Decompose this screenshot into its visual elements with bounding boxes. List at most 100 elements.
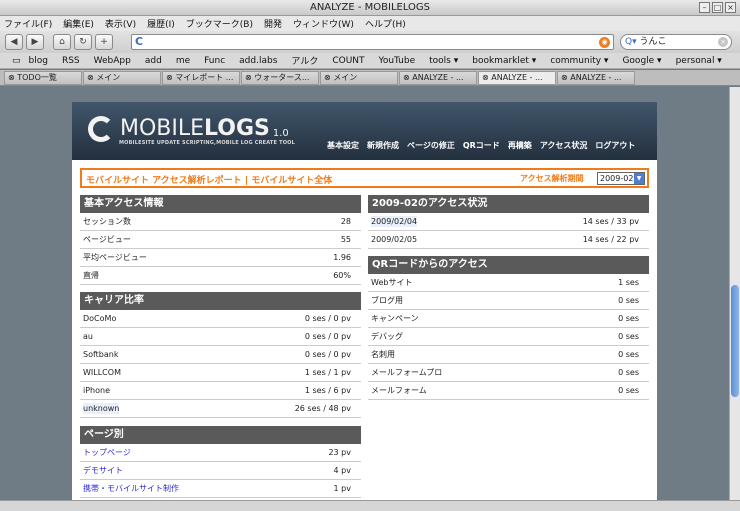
- menu-develop[interactable]: 開発: [264, 17, 282, 30]
- tab-myreport[interactable]: ⊗ マイレポート ...: [162, 70, 240, 85]
- tab-close-icon[interactable]: ⊗: [482, 73, 491, 82]
- bookmarks-book-icon[interactable]: ▭: [12, 56, 21, 66]
- menu-edit[interactable]: 編集(E): [63, 17, 94, 30]
- row-label: iPhone: [83, 386, 111, 395]
- row-value: 1.96: [333, 253, 351, 262]
- table-row: デモサイト 4 pv: [80, 462, 361, 480]
- bookmark-item[interactable]: blog: [29, 56, 48, 66]
- row-value: 0 ses: [618, 368, 639, 377]
- rss-icon[interactable]: ◉: [599, 37, 610, 48]
- bookmark-item[interactable]: WebApp: [94, 56, 131, 66]
- menu-window[interactable]: ウィンドウ(W): [293, 17, 354, 30]
- row-label: 2009/02/05: [371, 235, 418, 244]
- table-row: DoCoMo 0 ses / 0 pv: [80, 310, 361, 328]
- basic-access-panel: 基本アクセス情報 セッション数 28 ページビュー 55 平均ページビュー 1.96 …: [80, 195, 361, 285]
- page-link[interactable]: トップページ: [83, 447, 131, 458]
- nav-basic-settings[interactable]: 基本設定: [327, 140, 359, 151]
- bookmark-folder[interactable]: Google ▾: [622, 56, 661, 66]
- row-value: 55: [340, 235, 351, 244]
- table-row: キャンペーン 0 ses: [368, 310, 649, 328]
- tab-analyze-2[interactable]: ⊗ ANALYZE - ...: [478, 70, 556, 85]
- site-logo[interactable]: MOBILELOGS 1.0: [88, 116, 289, 142]
- bookmark-folder[interactable]: personal ▾: [676, 56, 722, 66]
- menu-history[interactable]: 履歴(I): [147, 17, 175, 30]
- logo-c-icon: [88, 116, 114, 142]
- tab-close-icon[interactable]: ⊗: [245, 73, 254, 82]
- chevron-down-icon: ▼: [634, 173, 644, 184]
- tab-close-icon[interactable]: ⊗: [324, 73, 333, 82]
- forward-icon[interactable]: ▶: [26, 34, 44, 50]
- address-bar[interactable]: C ◉: [131, 34, 614, 50]
- row-value: 0 ses / 0 pv: [304, 332, 351, 341]
- tab-close-icon[interactable]: ⊗: [403, 73, 412, 82]
- row-value: 0 ses: [618, 314, 639, 323]
- tab-analyze-3[interactable]: ⊗ ANALYZE - ...: [557, 70, 635, 85]
- nav-edit-page[interactable]: ページの修正: [407, 140, 455, 151]
- bookmark-item[interactable]: add: [145, 56, 162, 66]
- menu-view[interactable]: 表示(V): [105, 17, 136, 30]
- home-icon[interactable]: ⌂: [53, 34, 71, 50]
- table-row: Webサイト 1 ses: [368, 274, 649, 292]
- scrollbar-thumb[interactable]: [731, 285, 739, 397]
- bookmark-item[interactable]: COUNT: [332, 56, 364, 66]
- row-value: 1 pv: [333, 484, 351, 493]
- tab-close-icon[interactable]: ⊗: [166, 73, 175, 82]
- nav-access-status[interactable]: アクセス状況: [540, 140, 588, 151]
- bookmark-item[interactable]: YouTube: [379, 56, 416, 66]
- period-select[interactable]: 2009-02 ▼: [597, 172, 645, 185]
- clear-search-icon[interactable]: ×: [718, 37, 728, 47]
- table-row: ブログ用 0 ses: [368, 292, 649, 310]
- nav-qr-code[interactable]: QRコード: [463, 140, 500, 151]
- table-row: セッション数 28: [80, 213, 361, 231]
- back-icon[interactable]: ◀: [5, 34, 23, 50]
- page-link[interactable]: デモサイト: [83, 465, 123, 476]
- tab-close-icon[interactable]: ⊗: [87, 73, 96, 82]
- tab-close-icon[interactable]: ⊗: [561, 73, 570, 82]
- bookmark-item[interactable]: RSS: [62, 56, 80, 66]
- bookmark-item[interactable]: me: [176, 56, 190, 66]
- nav-logout[interactable]: ログアウト: [595, 140, 635, 151]
- bookmark-item[interactable]: Func: [204, 56, 225, 66]
- row-value: 1 ses / 6 pv: [304, 386, 351, 395]
- table-row: ページビュー 55: [80, 231, 361, 249]
- bookmark-folder[interactable]: community ▾: [550, 56, 608, 66]
- tab-main[interactable]: ⊗ メイン: [83, 70, 161, 85]
- period-value: 2009-02: [600, 174, 634, 183]
- vertical-scrollbar[interactable]: [729, 87, 740, 500]
- row-value: 23 pv: [328, 448, 351, 457]
- row-value: 28: [340, 217, 351, 226]
- nav-new[interactable]: 新規作成: [367, 140, 399, 151]
- table-row: トップページ 23 pv: [80, 444, 361, 462]
- global-nav: 基本設定 新規作成 ページの修正 QRコード 再構築 アクセス状況 ログアウト: [327, 140, 643, 151]
- window-title: ANALYZE - MOBILELOGS: [309, 2, 431, 13]
- close-icon[interactable]: ×: [725, 2, 736, 13]
- tab-waters[interactable]: ⊗ ウォータース...: [241, 70, 319, 85]
- tab-analyze-1[interactable]: ⊗ ANALYZE - ...: [399, 70, 477, 85]
- search-input[interactable]: Q▾ うんこ ×: [620, 34, 732, 50]
- logo-version: 1.0: [272, 127, 289, 139]
- maximize-icon[interactable]: □: [712, 2, 723, 13]
- tab-label: メイン: [333, 72, 358, 82]
- row-label: DoCoMo: [83, 314, 117, 323]
- minimize-icon[interactable]: –: [699, 2, 710, 13]
- table-row: メールフォーム 0 ses: [368, 382, 649, 400]
- add-bookmark-icon[interactable]: +: [95, 34, 113, 50]
- window-titlebar: ANALYZE - MOBILELOGS – □ ×: [0, 0, 740, 16]
- bookmark-folder[interactable]: tools ▾: [429, 56, 458, 66]
- tab-label: ANALYZE - ...: [491, 72, 543, 82]
- nav-rebuild[interactable]: 再構築: [508, 140, 532, 151]
- menu-help[interactable]: ヘルプ(H): [365, 17, 406, 30]
- bookmark-item[interactable]: add.labs: [239, 56, 277, 66]
- page-link[interactable]: 携帯・モバイルサイト制作: [83, 483, 179, 494]
- bookmark-item[interactable]: アルク: [291, 54, 318, 67]
- bookmark-folder[interactable]: bookmarklet ▾: [472, 56, 536, 66]
- table-row: 名刺用 0 ses: [368, 346, 649, 364]
- row-label: 平均ページビュー: [83, 253, 147, 262]
- tab-main-2[interactable]: ⊗ メイン: [320, 70, 398, 85]
- tab-close-icon[interactable]: ⊗: [8, 73, 17, 82]
- tab-todo[interactable]: ⊗ TODO一覧: [4, 70, 82, 85]
- menu-file[interactable]: ファイル(F): [4, 17, 52, 30]
- site-header: MOBILELOGS 1.0 MOBILESITE UPDATE SCRIPTI…: [72, 102, 657, 160]
- reload-icon[interactable]: ↻: [74, 34, 92, 50]
- menu-bookmarks[interactable]: ブックマーク(B): [186, 17, 253, 30]
